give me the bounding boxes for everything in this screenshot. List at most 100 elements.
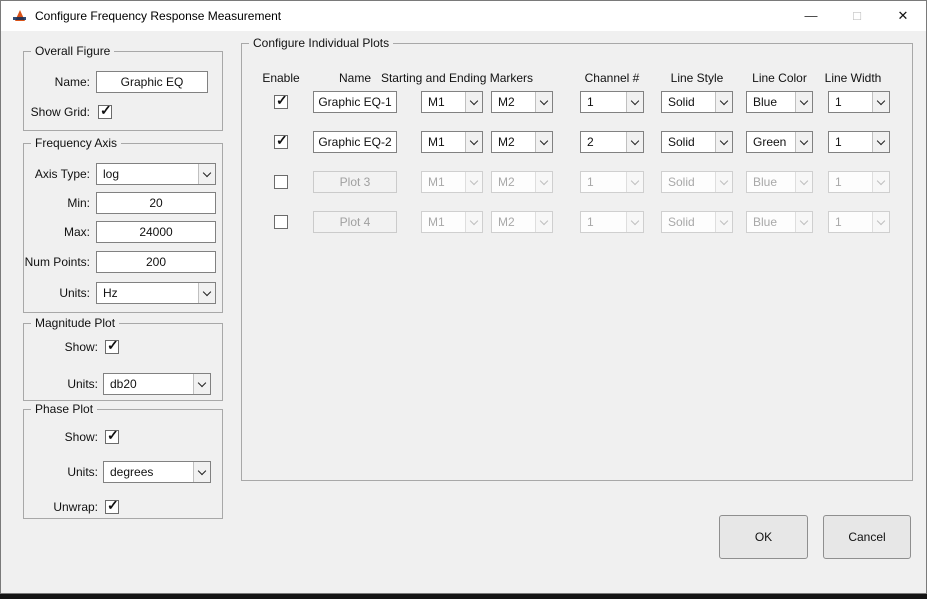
chevron-down-icon [465,172,482,192]
line-color-header: Line Color [746,70,813,86]
chevron-down-icon [193,462,210,482]
line-color-dropdown[interactable]: Blue [746,91,813,113]
channel-header: Channel # [580,70,644,86]
axis-type-label: Axis Type: [24,163,90,185]
magnitude-show-checkbox[interactable] [105,340,119,354]
plot-name-field[interactable]: Graphic EQ-1 [313,91,397,113]
ok-button[interactable]: OK [719,515,808,559]
phase-plot-panel: Phase Plot Show: Units: degrees Unwrap: [23,409,223,519]
max-label: Max: [24,221,90,243]
magnitude-show-label: Show: [24,336,98,358]
plot-name-field: Plot 4 [313,211,397,233]
chevron-down-icon [872,132,889,152]
maximize-button[interactable]: □ [834,1,880,31]
channel-dropdown[interactable]: 1 [580,91,644,113]
plot-enable-checkbox[interactable] [274,215,288,229]
overall-figure-panel: Overall Figure Name: Graphic EQ Show Gri… [23,51,223,131]
plot-row: Graphic EQ-1 M1 M2 1 Solid [242,91,912,113]
chevron-down-icon [715,132,732,152]
chevron-down-icon [795,92,812,112]
channel-dropdown[interactable]: 2 [580,131,644,153]
phase-plot-panel-title: Phase Plot [31,402,97,416]
line-color-dropdown: Blue [746,171,813,193]
frequency-axis-panel-title: Frequency Axis [31,136,121,150]
chevron-down-icon [198,283,215,303]
chevron-down-icon [715,212,732,232]
line-color-dropdown: Blue [746,211,813,233]
axis-type-dropdown[interactable]: log [96,163,216,185]
dialog-window: Configure Frequency Response Measurement… [0,0,927,594]
plot-name-field[interactable]: Graphic EQ-2 [313,131,397,153]
end-marker-dropdown: M2 [491,171,553,193]
line-style-dropdown[interactable]: Solid [661,131,733,153]
figure-name-field[interactable]: Graphic EQ [96,71,208,93]
freq-units-dropdown[interactable]: Hz [96,282,216,304]
chevron-down-icon [626,92,643,112]
individual-plots-panel: Configure Individual Plots Enable Name S… [241,43,913,481]
chevron-down-icon [872,172,889,192]
cancel-button[interactable]: Cancel [823,515,911,559]
chevron-down-icon [535,212,552,232]
channel-dropdown: 1 [580,211,644,233]
chevron-down-icon [198,164,215,184]
num-points-field[interactable]: 200 [96,251,216,273]
line-width-dropdown[interactable]: 1 [828,131,890,153]
chevron-down-icon [872,212,889,232]
line-style-dropdown: Solid [661,211,733,233]
line-style-dropdown[interactable]: Solid [661,91,733,113]
line-style-header: Line Style [661,70,733,86]
magnitude-units-label: Units: [24,373,98,395]
start-marker-dropdown[interactable]: M1 [421,131,483,153]
enable-header: Enable [256,70,306,86]
minimize-button[interactable]: — [788,1,834,31]
matlab-app-icon [12,8,28,24]
chevron-down-icon [535,172,552,192]
phase-show-checkbox[interactable] [105,430,119,444]
plot-enable-checkbox[interactable] [274,95,288,109]
start-marker-dropdown: M1 [421,171,483,193]
plot-row: Graphic EQ-2 M1 M2 2 Solid [242,131,912,153]
magnitude-units-dropdown[interactable]: db20 [103,373,211,395]
chevron-down-icon [715,172,732,192]
line-color-dropdown[interactable]: Green [746,131,813,153]
freq-units-label: Units: [24,282,90,304]
plot-enable-checkbox[interactable] [274,175,288,189]
frequency-axis-panel: Frequency Axis Axis Type: log Min: 20 Ma… [23,143,223,313]
min-field[interactable]: 20 [96,192,216,214]
phase-units-label: Units: [24,461,98,483]
chevron-down-icon [872,92,889,112]
chevron-down-icon [535,92,552,112]
plot-row: Plot 3 M1 M2 1 Solid Blue [242,171,912,193]
show-grid-checkbox[interactable] [98,105,112,119]
line-width-dropdown[interactable]: 1 [828,91,890,113]
chevron-down-icon [465,92,482,112]
close-button[interactable]: ✕ [880,1,926,31]
start-marker-dropdown[interactable]: M1 [421,91,483,113]
magnitude-plot-panel: Magnitude Plot Show: Units: db20 [23,323,223,401]
chevron-down-icon [193,374,210,394]
individual-plots-panel-title: Configure Individual Plots [249,36,393,50]
plot-enable-checkbox[interactable] [274,135,288,149]
chevron-down-icon [465,212,482,232]
max-field[interactable]: 24000 [96,221,216,243]
window-title: Configure Frequency Response Measurement [35,1,281,31]
line-width-dropdown: 1 [828,171,890,193]
num-points-label: Num Points: [24,251,90,273]
name-label: Name: [24,71,90,93]
line-style-dropdown: Solid [661,171,733,193]
show-grid-label: Show Grid: [24,101,90,123]
phase-units-dropdown[interactable]: degrees [103,461,211,483]
channel-dropdown: 1 [580,171,644,193]
unwrap-checkbox[interactable] [105,500,119,514]
chevron-down-icon [795,132,812,152]
end-marker-dropdown[interactable]: M2 [491,131,553,153]
title-bar[interactable]: Configure Frequency Response Measurement… [1,1,926,31]
plot-row: Plot 4 M1 M2 1 Solid Blue [242,211,912,233]
overall-figure-panel-title: Overall Figure [31,44,114,58]
end-marker-dropdown: M2 [491,211,553,233]
unwrap-label: Unwrap: [24,496,98,518]
markers-header: Starting and Ending Markers [367,70,547,86]
end-marker-dropdown[interactable]: M2 [491,91,553,113]
chevron-down-icon [795,212,812,232]
line-width-header: Line Width [822,70,884,86]
